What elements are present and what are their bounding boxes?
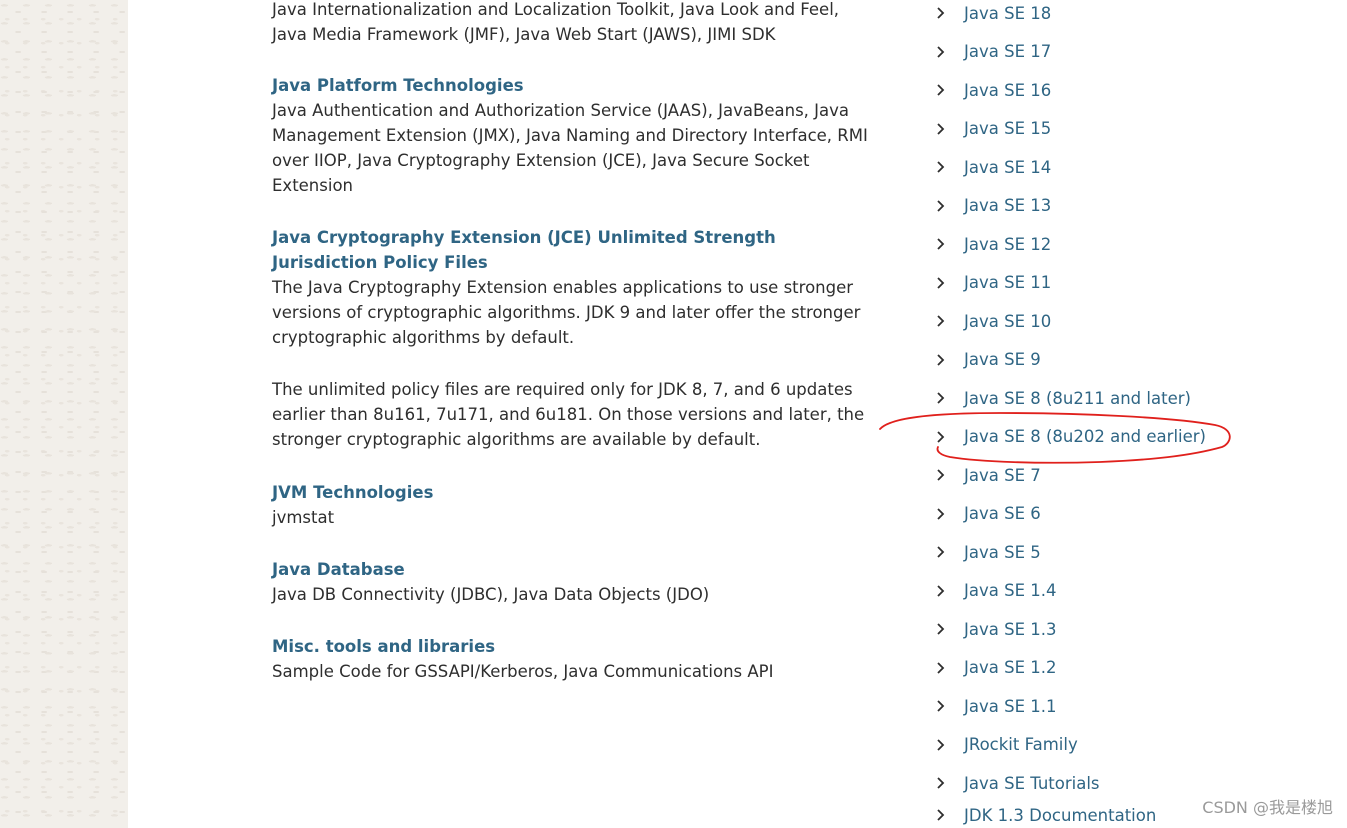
nav-item-label: Java SE 14 (964, 157, 1052, 177)
nav-item[interactable]: Java SE 16 (934, 77, 1051, 103)
section-description: jvmstat (272, 508, 335, 527)
chevron-right-icon (937, 7, 945, 19)
nav-item[interactable]: Java SE 13 (934, 193, 1051, 219)
nav-item[interactable]: Java SE 8 (8u211 and later) (934, 385, 1191, 411)
nav-item[interactable]: Java SE 1.4 (934, 578, 1056, 604)
nav-item-label: Java SE 1.1 (964, 696, 1057, 716)
chevron-right-icon (937, 623, 945, 635)
chevron-right-icon (937, 276, 945, 289)
chevron-right-icon (937, 238, 945, 250)
chevron-right-icon (937, 315, 945, 327)
nav-item[interactable]: Java SE 11 (934, 270, 1051, 296)
nav-item-label: Java SE 1.4 (964, 581, 1057, 600)
chevron-right-icon (937, 661, 945, 674)
nav-item[interactable]: Java SE 10 (934, 308, 1051, 334)
nav-item[interactable]: Java SE 18 (934, 0, 1051, 26)
chevron-right-icon (937, 199, 945, 212)
section-title-link[interactable]: Java Platform Technologies (272, 73, 872, 98)
nav-item-label: Java SE 8 (8u211 and later) (964, 388, 1191, 408)
chevron-right-icon (937, 700, 945, 712)
nav-item[interactable]: Java SE 15 (934, 116, 1051, 142)
nav-item-label: Java SE 11 (964, 273, 1052, 292)
chevron-right-icon (937, 161, 945, 173)
nav-item-label: Java SE 5 (964, 542, 1041, 562)
nav-item[interactable]: Java SE 14 (934, 154, 1051, 180)
nav-item-label: Java SE 17 (964, 42, 1052, 61)
section-title-link[interactable]: Java Database (272, 557, 872, 582)
section-title-link[interactable]: Misc. tools and libraries (272, 634, 872, 659)
section-jvm-tech: JVM Technologies jvmstat (272, 480, 872, 530)
nav-item-label: Java SE 16 (964, 80, 1052, 100)
nav-item[interactable]: Java SE 5 (934, 539, 1041, 565)
chevron-right-icon (937, 777, 945, 789)
nav-item-label: Java SE 13 (964, 196, 1052, 215)
section-misc-tools: Misc. tools and libraries Sample Code fo… (272, 634, 872, 684)
nav-item[interactable]: Java SE 7 (934, 462, 1041, 488)
nav-item-label: Java SE 9 (964, 350, 1041, 369)
nav-item-label: Java SE 12 (964, 234, 1052, 254)
chevron-right-icon (937, 546, 945, 558)
nav-item-label: JRockit Family (964, 735, 1078, 754)
section-description: Java Authentication and Authorization Se… (272, 101, 868, 195)
chevron-right-icon (937, 392, 945, 404)
chevron-right-icon (937, 584, 945, 597)
section-description: Java Internationalization and Localizati… (272, 0, 840, 44)
nav-item-label: Java SE 1.2 (964, 658, 1057, 677)
nav-item[interactable]: Java SE 1.1 (934, 693, 1056, 719)
nav-item[interactable]: Java SE 6 (934, 501, 1041, 527)
section-platform-tech: Java Platform Technologies Java Authenti… (272, 73, 872, 198)
nav-item-label: JDK 1.3 Documentation (964, 805, 1157, 825)
section-description: Java DB Connectivity (JDBC), Java Data O… (272, 585, 710, 604)
nav-item[interactable]: Java SE 1.2 (934, 655, 1056, 681)
nav-item[interactable]: Java SE Tutorials (934, 770, 1100, 796)
chevron-right-icon (937, 45, 945, 58)
page-side-background (0, 0, 128, 828)
chevron-right-icon (937, 809, 945, 821)
nav-item[interactable]: Java SE 17 (934, 39, 1051, 65)
nav-item-label: Java SE 6 (964, 504, 1041, 523)
nav-item-highlighted[interactable]: Java SE 8 (8u202 and earlier) (934, 424, 1206, 450)
section-description-extra: The unlimited policy files are required … (272, 380, 865, 449)
section-jce-policy: Java Cryptography Extension (JCE) Unlimi… (272, 225, 872, 452)
nav-item[interactable]: Java SE 9 (934, 347, 1041, 373)
chevron-right-icon (937, 122, 945, 135)
section-java-database: Java Database Java DB Connectivity (JDBC… (272, 557, 872, 607)
chevron-right-icon (937, 430, 945, 443)
chevron-right-icon (937, 469, 945, 481)
chevron-right-icon (937, 507, 945, 520)
nav-item[interactable]: Java SE 12 (934, 231, 1051, 257)
nav-item-label: Java SE Tutorials (964, 773, 1100, 793)
chevron-right-icon (937, 738, 945, 751)
nav-item[interactable]: JDK 1.3 Documentation (934, 802, 1156, 828)
nav-item-label: Java SE 8 (8u202 and earlier) (964, 427, 1206, 446)
section-description: Sample Code for GSSAPI/Kerberos, Java Co… (272, 662, 774, 681)
section-title-link[interactable]: Java Cryptography Extension (JCE) Unlimi… (272, 225, 872, 275)
chevron-right-icon (937, 353, 945, 366)
section-description: The Java Cryptography Extension enables … (272, 278, 861, 347)
nav-item-label: Java SE 18 (964, 3, 1052, 23)
nav-item-label: Java SE 1.3 (964, 619, 1057, 639)
nav-item-label: Java SE 7 (964, 465, 1041, 485)
nav-item[interactable]: Java SE 1.3 (934, 616, 1056, 642)
section-desktop-tech: Java Internationalization and Localizati… (272, 0, 872, 47)
watermark-text: CSDN @我是楼旭 (1202, 798, 1333, 817)
nav-item[interactable]: JRockit Family (934, 732, 1078, 758)
chevron-right-icon (937, 84, 945, 96)
nav-item-label: Java SE 15 (964, 119, 1052, 138)
nav-item-label: Java SE 10 (964, 311, 1052, 331)
section-title-link[interactable]: JVM Technologies (272, 480, 872, 505)
